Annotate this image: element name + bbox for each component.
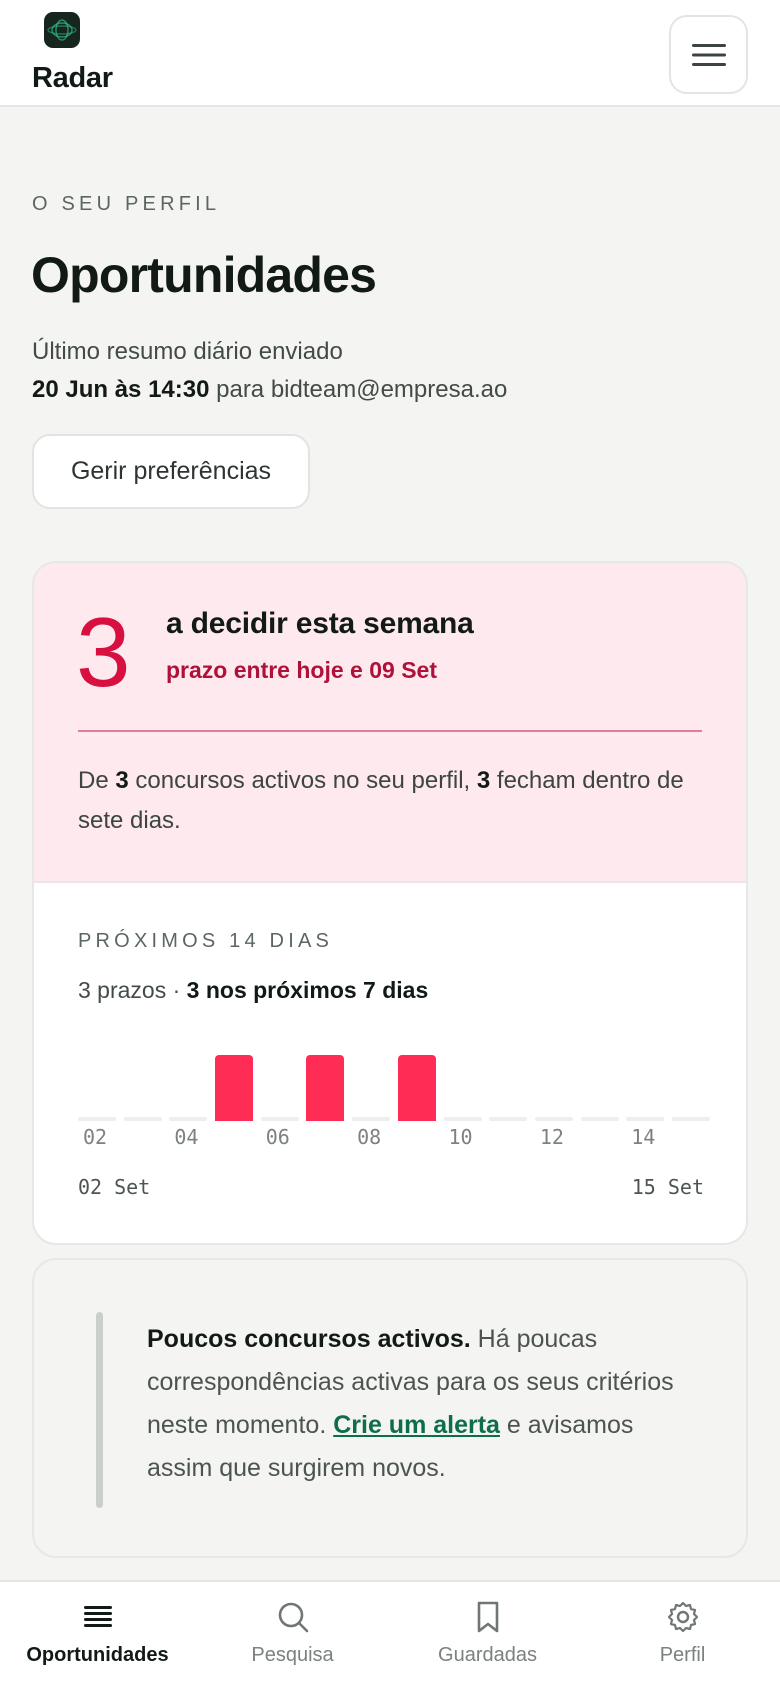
radar-logo-icon[interactable] [44,12,80,48]
deadline-title: a decidir esta semana [166,607,474,640]
nav-guardadas[interactable]: Guardadas [390,1582,585,1688]
bar-day-15 [672,1117,710,1121]
bar-day-09 [397,1055,436,1121]
nav-oportunidades[interactable]: Oportunidades [0,1582,195,1688]
bookmark-icon [477,1601,498,1633]
top-header: Radar [0,0,780,107]
bar-day-08 [352,1117,391,1121]
range-start-label: 02 Set [78,1175,151,1199]
bar-day-12 [534,1117,573,1121]
profile-eyebrow: O SEU PERFIL [32,193,221,215]
range-end-label: 15 Set [631,1175,704,1199]
bar-day-02 [78,1117,116,1121]
bar-day-14 [626,1117,665,1121]
tick-label: 12 [539,1125,564,1149]
bar-day-05 [215,1055,254,1121]
tick-label: 04 [174,1125,199,1149]
summary-datetime: 20 Jun às 14:30 [32,376,210,403]
hamburger-menu-icon [691,43,726,66]
low-results-notice: Poucos concursos activos. Há poucas corr… [32,1258,748,1558]
deadline-count: 3 [76,597,131,707]
deadline-highlight: 3 a decidir esta semana prazo entre hoje… [34,563,746,883]
menu-button[interactable] [669,15,748,94]
deadline-subtitle: prazo entre hoje e 09 Set [166,657,437,683]
bar-day-11 [489,1117,528,1121]
tick-label: 14 [631,1125,656,1149]
tick-label: 10 [448,1125,473,1149]
bar-day-10 [443,1117,482,1121]
tick-label: 06 [265,1125,290,1149]
page-title: Oportunidades [31,247,377,303]
bottom-navigation: Oportunidades Pesquisa Guardadas Perfil [0,1580,780,1688]
list-stack-icon [83,1606,112,1627]
desc-middle: concursos activos no seu perfil, [128,767,477,794]
summary-recipient: para bidteam@empresa.ao [209,376,508,403]
divider [78,730,702,732]
deadlines-count: 3 prazos [78,977,167,1003]
notice-heading: Poucos concursos activos. [147,1325,471,1353]
desc-prefix: De [78,767,116,794]
deadline-card: 3 a decidir esta semana prazo entre hoje… [32,561,748,1245]
bar-day-06 [260,1117,299,1121]
nav-perfil[interactable]: Perfil [585,1582,780,1688]
last-summary-label: Último resumo diário enviado [32,338,343,365]
desc-closing: 3 [476,767,491,794]
search-icon [278,1602,308,1633]
gear-icon [667,1601,698,1633]
deadlines-week: 3 nos próximos 7 dias [186,977,429,1003]
next-days-eyebrow: PRÓXIMOS 14 DIAS [78,930,334,952]
bar-day-04 [169,1117,208,1121]
bar-day-03 [123,1117,162,1121]
tick-label: 02 [82,1125,108,1149]
nav-label: Pesquisa [251,1644,334,1666]
separator: · [166,977,187,1003]
nav-label: Oportunidades [26,1644,169,1666]
deadline-description: De 3 concursos activos no seu perfil, 3 … [78,761,708,841]
desc-total: 3 [115,767,129,794]
nav-pesquisa[interactable]: Pesquisa [195,1582,390,1688]
notice-text: Poucos concursos activos. Há poucas corr… [147,1318,687,1490]
nav-label: Guardadas [438,1644,537,1666]
manage-preferences-button[interactable]: Gerir preferências [32,434,310,509]
brand-name[interactable]: Radar [32,62,113,95]
deadlines-summary: 3 prazos · 3 nos próximos 7 dias [78,977,428,1004]
notice-accent-bar [96,1312,103,1508]
deadline-bar-chart [78,1041,710,1121]
last-summary-detail: 20 Jun às 14:30 para bidteam@empresa.ao [32,376,507,404]
bar-day-07 [306,1055,345,1121]
nav-label: Perfil [659,1644,706,1666]
bar-day-13 [580,1117,619,1121]
create-alert-link[interactable]: Crie um alerta [333,1411,500,1439]
tick-label: 08 [357,1125,382,1149]
